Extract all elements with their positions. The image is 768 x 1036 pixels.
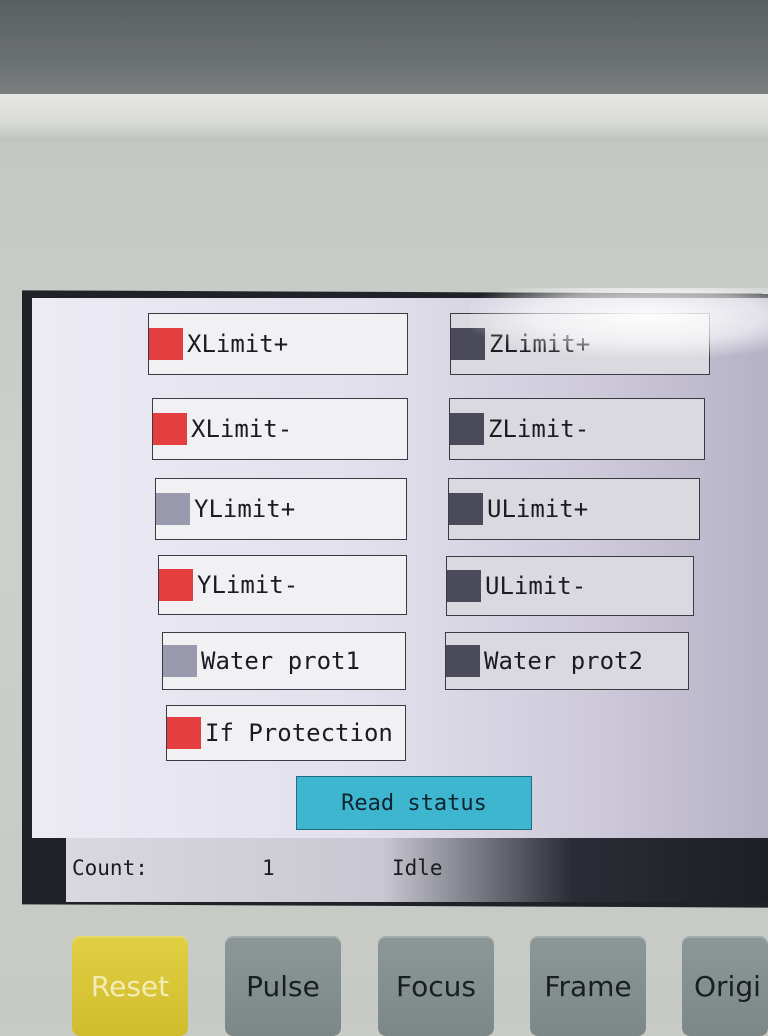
count-value: 1 xyxy=(262,856,275,880)
io-water-prot2: Water prot2 xyxy=(445,632,689,690)
status-led xyxy=(159,569,193,601)
status-led xyxy=(446,645,480,677)
status-led xyxy=(163,645,197,677)
io-zlimit-plus: ZLimit+ xyxy=(450,313,710,375)
io-ulimit-plus: ULimit+ xyxy=(448,478,700,540)
status-led xyxy=(449,493,483,525)
io-label: ZLimit+ xyxy=(489,330,591,358)
io-ylimit-minus: YLimit- xyxy=(158,555,407,615)
io-zlimit-minus: ZLimit- xyxy=(449,398,705,460)
status-led xyxy=(153,413,187,445)
io-label: Water prot1 xyxy=(201,647,360,675)
io-label: ULimit+ xyxy=(487,495,589,523)
status-led xyxy=(447,570,481,602)
io-label: XLimit- xyxy=(191,415,293,443)
io-xlimit-plus: XLimit+ xyxy=(148,313,408,375)
io-xlimit-minus: XLimit- xyxy=(152,398,408,460)
focus-key[interactable]: Focus xyxy=(378,936,494,1036)
io-label: YLimit- xyxy=(197,571,299,599)
io-ulimit-minus: ULimit- xyxy=(446,556,694,616)
panel-bezel xyxy=(0,94,768,142)
io-label: ZLimit- xyxy=(488,415,590,443)
machine-housing-top xyxy=(0,0,768,96)
io-if-protection: If Protection xyxy=(166,705,406,761)
machine-state: Idle xyxy=(392,856,443,880)
io-ylimit-plus: YLimit+ xyxy=(155,478,407,540)
reset-key[interactable]: Reset xyxy=(72,936,188,1036)
status-led xyxy=(149,328,183,360)
origin-key[interactable]: Origi xyxy=(682,936,768,1036)
status-led xyxy=(450,413,484,445)
pulse-key[interactable]: Pulse xyxy=(225,936,341,1036)
status-led xyxy=(451,328,485,360)
status-led xyxy=(167,717,201,749)
read-status-button[interactable]: Read status xyxy=(296,776,532,830)
io-label: Water prot2 xyxy=(484,647,643,675)
status-led xyxy=(156,493,190,525)
io-water-prot1: Water prot1 xyxy=(162,632,406,690)
io-label: If Protection xyxy=(205,719,393,747)
io-label: ULimit- xyxy=(485,572,587,600)
io-label: XLimit+ xyxy=(187,330,289,358)
status-bar: Count: 1 Idle xyxy=(66,838,768,902)
io-label: YLimit+ xyxy=(194,495,296,523)
count-label: Count: xyxy=(72,856,148,880)
frame-key[interactable]: Frame xyxy=(530,936,646,1036)
